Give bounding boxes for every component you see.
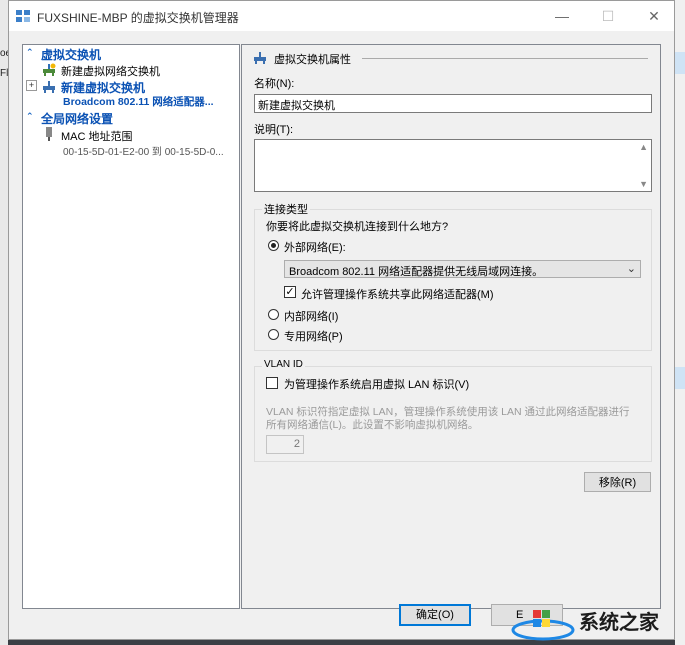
adapter-selected-value: Broadcom 802.11 网络适配器提供无线局域网连接。 bbox=[289, 266, 544, 278]
switch-icon bbox=[43, 81, 55, 93]
title-bar: FUXSHINE-MBP 的虚拟交换机管理器 — ☐ ✕ bbox=[9, 1, 674, 31]
notes-label: 说明(T): bbox=[254, 124, 294, 136]
internal-network-radio[interactable] bbox=[268, 309, 279, 320]
new-switch-icon bbox=[43, 63, 56, 76]
minimize-button[interactable]: — bbox=[539, 1, 585, 31]
close-button[interactable]: ✕ bbox=[631, 1, 677, 31]
mac-address-icon bbox=[46, 127, 52, 141]
switch-tree: ⌃ 虚拟交换机 新建虚拟网络交换机 + 新建虚拟交换机 Broadcom 802… bbox=[22, 44, 240, 609]
tree-section-global-settings[interactable]: ⌃ 全局网络设置 bbox=[23, 110, 239, 126]
allow-share-label: 允许管理操作系统共享此网络适配器(M) bbox=[301, 289, 494, 301]
chevron-down-icon: ⌄ bbox=[626, 263, 636, 275]
allow-share-checkbox[interactable]: ✓ bbox=[284, 286, 296, 298]
name-label: 名称(N): bbox=[254, 78, 295, 90]
mac-range-label: MAC 地址范围 bbox=[61, 131, 133, 143]
tree-section-virtual-switches[interactable]: ⌃ 虚拟交换机 bbox=[23, 46, 239, 62]
vlan-enable-label: 为管理操作系统启用虚拟 LAN 标识(V) bbox=[284, 379, 470, 391]
tree-section-label: 全局网络设置 bbox=[41, 112, 114, 126]
ok-button[interactable]: 确定(O) bbox=[399, 604, 471, 626]
tree-section-label: 虚拟交换机 bbox=[41, 48, 102, 62]
external-network-label: 外部网络(E): bbox=[284, 242, 346, 254]
virtual-switch-manager-window: FUXSHINE-MBP 的虚拟交换机管理器 — ☐ ✕ ⌃ 虚拟交换机 新建虚… bbox=[8, 0, 675, 640]
window-title: FUXSHINE-MBP 的虚拟交换机管理器 bbox=[37, 11, 239, 25]
tree-item-switch-selected[interactable]: + 新建虚拟交换机 Broadcom 802.11 网络适配器... bbox=[23, 79, 239, 109]
watermark-text: 系统之家 bbox=[579, 612, 659, 634]
private-network-label: 专用网络(P) bbox=[284, 331, 343, 343]
connection-type-label: 连接类型 bbox=[262, 201, 310, 217]
name-input[interactable]: 新建虚拟交换机 bbox=[254, 94, 652, 113]
expand-icon[interactable]: + bbox=[26, 80, 37, 91]
vlan-label: VLAN ID bbox=[262, 359, 305, 370]
collapse-chevron-icon[interactable]: ⌃ bbox=[26, 47, 34, 58]
collapse-chevron-icon[interactable]: ⌃ bbox=[26, 111, 34, 122]
background-window-fragment: oe Fl bbox=[0, 0, 11, 645]
scroll-up-icon[interactable]: ▲ bbox=[639, 142, 648, 152]
tree-item-label: 新建虚拟网络交换机 bbox=[61, 66, 160, 78]
tree-item-new-virtual-switch[interactable]: 新建虚拟网络交换机 bbox=[23, 62, 239, 78]
watermark-overlay: 系统之家 bbox=[507, 600, 685, 645]
switch-manager-icon bbox=[16, 10, 30, 22]
tree-item-mac-range[interactable]: MAC 地址范围 00-15-5D-01-E2-00 到 00-15-5D-0.… bbox=[23, 127, 239, 158]
vlan-enable-checkbox[interactable] bbox=[266, 377, 278, 389]
remove-button[interactable]: 移除(R) bbox=[584, 472, 651, 492]
mac-range-value: 00-15-5D-01-E2-00 到 00-15-5D-0... bbox=[63, 147, 224, 158]
vlan-id-input[interactable]: 2 bbox=[266, 435, 304, 454]
private-network-radio[interactable] bbox=[268, 329, 279, 340]
network-adapter-select[interactable]: Broadcom 802.11 网络适配器提供无线局域网连接。 ⌄ bbox=[284, 260, 641, 278]
properties-header: 虚拟交换机属性 bbox=[274, 54, 351, 66]
notes-textarea[interactable]: ▲ ▼ bbox=[254, 139, 652, 192]
background-window-fragment-right bbox=[675, 0, 685, 645]
internal-network-label: 内部网络(I) bbox=[284, 311, 339, 323]
maximize-button[interactable]: ☐ bbox=[585, 1, 631, 31]
scroll-down-icon[interactable]: ▼ bbox=[639, 179, 648, 189]
external-network-radio[interactable] bbox=[268, 240, 279, 251]
connection-question: 你要将此虚拟交换机连接到什么地方? bbox=[266, 221, 449, 233]
switch-properties-panel: 虚拟交换机属性 名称(N): 新建虚拟交换机 说明(T): ▲ ▼ 连接类型 你… bbox=[241, 44, 661, 609]
header-divider bbox=[362, 58, 648, 59]
selected-switch-adapter: Broadcom 802.11 网络适配器... bbox=[63, 96, 214, 108]
watermark-logo-icon bbox=[511, 610, 575, 641]
vlan-description-2: 所有网络通信(L)。此设置不影响虚拟机网络。 bbox=[266, 419, 479, 431]
switch-icon bbox=[254, 52, 266, 64]
